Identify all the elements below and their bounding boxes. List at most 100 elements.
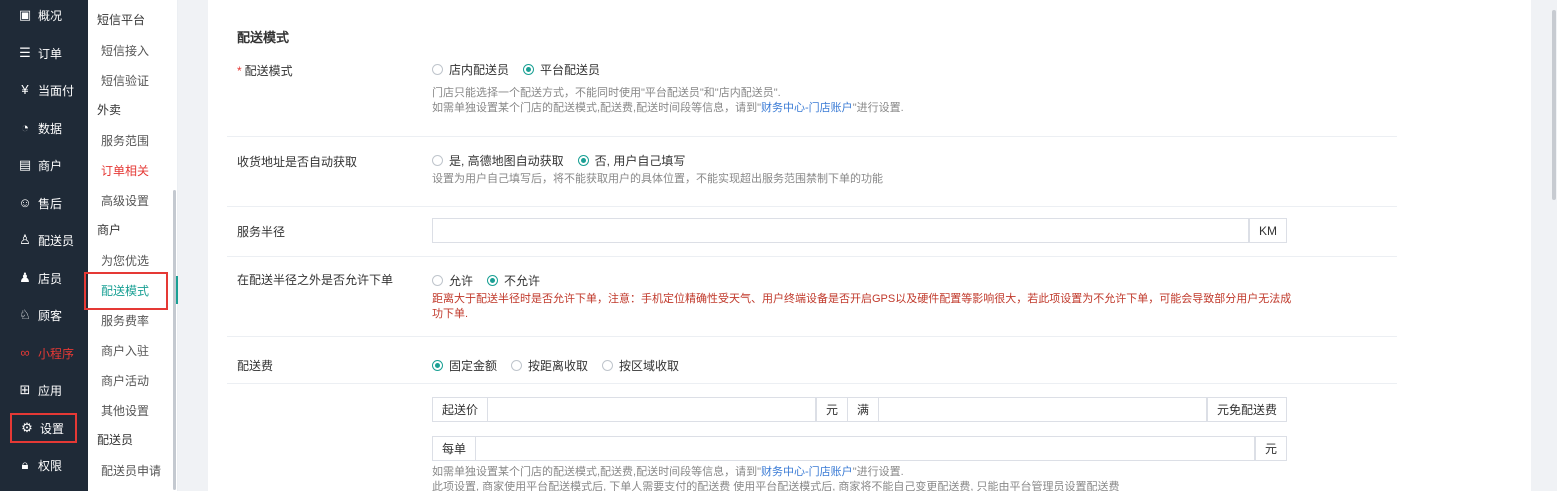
- help-text: "进行设置.: [852, 466, 904, 478]
- subnav-scrollbar[interactable]: [173, 190, 176, 490]
- grid-icon: ▣: [18, 7, 32, 22]
- nav-label: 订单: [38, 46, 63, 61]
- help-text: "进行设置.: [852, 102, 904, 114]
- active-indicator: [176, 276, 178, 304]
- nav-label: 应用: [38, 383, 63, 398]
- service-icon: ☺: [18, 195, 32, 210]
- radio-label: 固定金额: [449, 359, 498, 373]
- radio-in-store-courier[interactable]: 店内配送员: [432, 61, 509, 78]
- row-divider: [227, 206, 1397, 207]
- yen-icon: ¥: [21, 82, 29, 97]
- radio-label: 否, 用户自己填写: [594, 154, 686, 168]
- section-title: 配送模式: [237, 30, 290, 45]
- page-scrollbar-thumb[interactable]: [1552, 10, 1556, 200]
- radio-by-region[interactable]: 按区域收取: [602, 357, 679, 374]
- delivery-fee-radios: 固定金额 按距离收取 按区域收取: [432, 357, 693, 374]
- nav-item-overview[interactable]: ▣ 概况: [0, 0, 88, 30]
- subnav-item-sms-verify[interactable]: 短信验证: [101, 72, 149, 89]
- nav-item-aftersale[interactable]: ☺ 售后: [0, 188, 88, 218]
- nav-item-apps[interactable]: ⊞ 应用: [0, 375, 88, 405]
- customer-icon: ♘: [19, 307, 31, 322]
- subnav-item-merchant-activity[interactable]: 商户活动: [101, 372, 149, 389]
- subnav-item-merchant-join[interactable]: 商户入驻: [101, 342, 149, 359]
- nav-label: 商户: [38, 158, 63, 173]
- delivery-fee-help-2: 此项设置, 商家使用平台配送模式后, 下单人需要支付的配送费 使用平台配送模式后…: [432, 481, 1120, 491]
- nav-item-data[interactable]: ◔ 数据: [0, 113, 88, 143]
- radio-dot: [577, 155, 589, 166]
- row-divider: [227, 383, 1397, 384]
- subnav-item-courier-apply[interactable]: 配送员申请: [101, 462, 161, 479]
- nav-item-miniapp[interactable]: ∞ 小程序: [0, 338, 88, 368]
- nav-label: 店员: [38, 271, 63, 286]
- page-scrollbar[interactable]: [1552, 0, 1557, 491]
- nav-item-staff[interactable]: ♟ 店员: [0, 263, 88, 293]
- row-divider: [227, 136, 1397, 137]
- km-unit: KM: [1249, 219, 1286, 242]
- gear-icon: ⚙: [21, 420, 33, 435]
- service-radius-label: 服务半径: [237, 225, 286, 239]
- free-delivery-threshold-input[interactable]: [879, 398, 1207, 421]
- address-auto-radios: 是, 高德地图自动获取 否, 用户自己填写: [432, 152, 699, 169]
- list-icon: ☰: [19, 45, 31, 60]
- min-order-prefix: 起送价: [433, 398, 489, 421]
- radio-disallow[interactable]: 不允许: [487, 272, 540, 289]
- subnav-group-takeout: 外卖: [97, 103, 122, 117]
- help-text: 如需单独设置某个门店的配送模式,配送费,配送时间段等信息，请到": [432, 102, 762, 114]
- radio-amap-auto[interactable]: 是, 高德地图自动获取: [432, 152, 564, 169]
- nav-label: 概况: [38, 8, 63, 23]
- min-order-input[interactable]: [488, 398, 816, 421]
- miniapp-icon: ∞: [20, 345, 30, 360]
- subnav-group-merchant: 商户: [97, 223, 122, 237]
- nav-item-merchant[interactable]: ▤ 商户: [0, 150, 88, 180]
- service-radius-input[interactable]: KM: [432, 218, 1287, 243]
- radio-dot: [602, 360, 614, 371]
- subnav-item-sms-access[interactable]: 短信接入: [101, 42, 149, 59]
- radio-dot: [432, 360, 443, 371]
- radio-fixed-amount[interactable]: 固定金额: [432, 357, 497, 374]
- required-mark: *: [237, 64, 242, 78]
- radio-dot: [432, 275, 443, 286]
- radio-label: 不允许: [504, 274, 541, 288]
- radio-allow[interactable]: 允许: [432, 272, 473, 289]
- subnav-item-other-settings[interactable]: 其他设置: [101, 402, 149, 419]
- nav-label: 售后: [38, 196, 63, 211]
- nav-item-customer[interactable]: ♘ 顾客: [0, 300, 88, 330]
- subnav-item-advanced[interactable]: 高级设置: [101, 192, 149, 209]
- delivery-mode-help-1: 门店只能选择一个配送方式，不能同时使用"平台配送员"和"店内配送员".: [432, 87, 781, 99]
- subnav-item-order-related[interactable]: 订单相关: [101, 162, 149, 179]
- finance-link[interactable]: 财务中心-门店账户: [761, 102, 853, 114]
- nav-item-permissions[interactable]: 🔒︎ 权限: [0, 450, 88, 480]
- apps-icon: ⊞: [19, 382, 31, 397]
- radio-label: 店内配送员: [449, 63, 510, 77]
- radio-user-fill[interactable]: 否, 用户自己填写: [577, 152, 686, 169]
- subnav-group-courier: 配送员: [97, 433, 134, 447]
- radio-by-distance[interactable]: 按距离收取: [511, 357, 588, 374]
- per-order-fee-input[interactable]: [476, 437, 1255, 460]
- finance-link[interactable]: 财务中心-门店账户: [761, 466, 853, 478]
- row-divider: [227, 336, 1397, 337]
- nav-item-face-pay[interactable]: ¥ 当面付: [0, 75, 88, 105]
- nav-item-orders[interactable]: ☰ 订单: [0, 38, 88, 68]
- nav-label: 权限: [38, 458, 63, 473]
- radio-dot: [523, 64, 535, 75]
- delivery-mode-label: * 配送模式: [237, 62, 293, 79]
- delivery-mode-radios: 店内配送员 平台配送员: [432, 61, 614, 78]
- radio-label: 允许: [449, 274, 474, 288]
- yuan-unit: 元: [1254, 437, 1286, 460]
- nav-item-settings[interactable]: ⚙ 设置: [10, 413, 77, 443]
- address-auto-label: 收货地址是否自动获取: [237, 155, 358, 169]
- radio-label: 是, 高德地图自动获取: [449, 154, 564, 168]
- subnav-item-service-range[interactable]: 服务范围: [101, 132, 149, 149]
- service-radius-value[interactable]: [433, 219, 1249, 242]
- subnav-item-recommend[interactable]: 为您优选: [101, 252, 149, 269]
- nav-item-courier[interactable]: ♙ 配送员: [0, 225, 88, 255]
- per-order-fee-input-group: 每单 元: [432, 436, 1287, 461]
- user-icon: ♙: [19, 232, 31, 247]
- radio-label: 按距离收取: [528, 359, 589, 373]
- outside-radius-label: 在配送半径之外是否允许下单: [237, 273, 394, 287]
- address-help: 设置为用户自己填写后，将不能获取用户的具体位置，不能实现超出服务范围禁制下单的功…: [432, 173, 883, 185]
- staff-icon: ♟: [19, 270, 31, 285]
- radio-platform-courier[interactable]: 平台配送员: [523, 61, 600, 78]
- subnav-item-service-rate[interactable]: 服务费率: [101, 312, 149, 329]
- radio-label: 按区域收取: [619, 359, 680, 373]
